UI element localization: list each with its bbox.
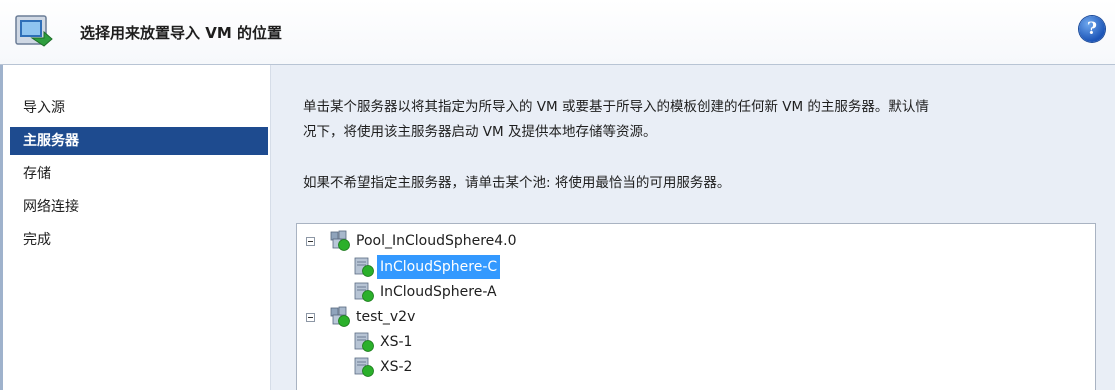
collapse-toggle-icon[interactable]	[306, 237, 315, 246]
pool-label[interactable]: Pool_InCloudSphere4.0	[356, 229, 517, 253]
pool-icon	[330, 230, 350, 251]
tree-node-pool[interactable]: test_v2v	[297, 305, 1087, 329]
server-label[interactable]: XS-2	[380, 355, 412, 379]
server-icon	[354, 332, 374, 352]
server-label[interactable]: XS-1	[380, 330, 412, 354]
tree-node-server[interactable]: XS-1	[297, 330, 1087, 354]
pool-label[interactable]: test_v2v	[356, 305, 415, 329]
server-label[interactable]: InCloudSphere-A	[380, 280, 497, 304]
sidebar-item-finish[interactable]: 完成	[10, 226, 268, 254]
page-title: 选择用来放置导入 VM 的位置	[80, 24, 282, 42]
server-icon	[354, 257, 374, 277]
description-line-2: 况下，将使用该主服务器启动 VM 及提供本地存储等资源。	[303, 124, 657, 140]
tree-node-server[interactable]: XS-2	[297, 355, 1087, 379]
collapse-toggle-icon[interactable]	[306, 313, 315, 322]
sidebar-border	[0, 65, 3, 390]
server-label[interactable]: InCloudSphere-C	[377, 255, 501, 279]
tree-node-server[interactable]: InCloudSphere-A	[297, 280, 1087, 304]
tree-node-server[interactable]: InCloudSphere-C	[297, 255, 1087, 279]
sidebar-item-import-source[interactable]: 导入源	[10, 94, 268, 122]
description-line-1: 单击某个服务器以将其指定为所导入的 VM 或要基于所导入的模板创建的任何新 VM…	[303, 99, 929, 115]
server-icon	[354, 282, 374, 302]
tree-node-pool[interactable]: Pool_InCloudSphere4.0	[297, 229, 1087, 253]
sidebar-item-home-server[interactable]: 主服务器	[10, 127, 268, 155]
import-wizard-icon	[15, 15, 53, 47]
help-button[interactable]: ?	[1079, 16, 1105, 42]
server-tree[interactable]: Pool_InCloudSphere4.0 InCloudSphere-C In…	[296, 223, 1096, 390]
server-icon	[354, 357, 374, 377]
wizard-header: 选择用来放置导入 VM 的位置 ?	[0, 0, 1115, 65]
sidebar-item-storage[interactable]: 存储	[10, 160, 268, 188]
hint-text: 如果不希望指定主服务器，请单击某个池: 将使用最恰当的可用服务器。	[303, 175, 731, 191]
sidebar-item-networking[interactable]: 网络连接	[10, 193, 268, 221]
pool-icon	[330, 306, 350, 327]
